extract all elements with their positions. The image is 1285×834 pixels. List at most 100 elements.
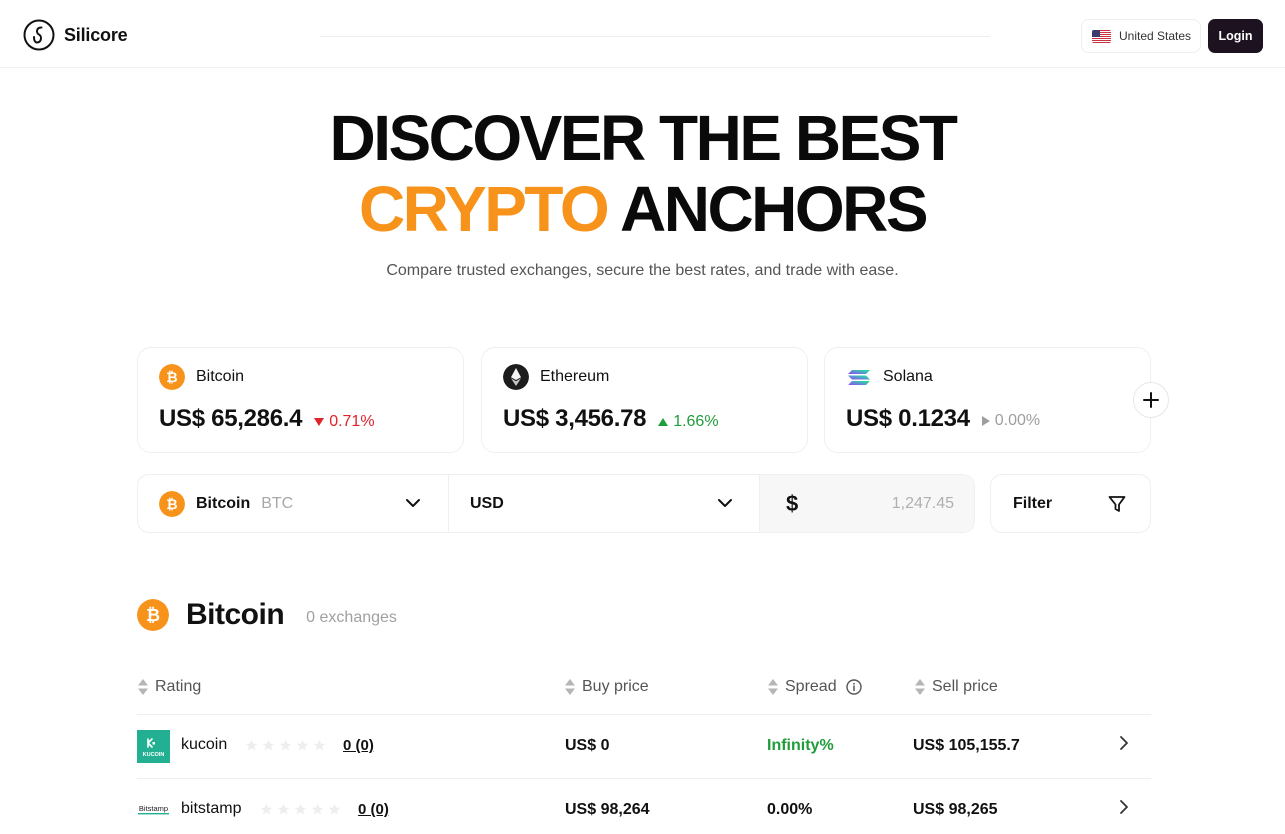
ticker-card-solana[interactable]: Solana US$ 0.1234 0.00% xyxy=(824,347,1151,453)
ticker-change-value: 0.00% xyxy=(994,412,1041,429)
hero-title-rest: ANCHORS xyxy=(620,173,929,245)
hero-title-line1: DISCOVER THE BEST xyxy=(329,102,958,174)
brand[interactable]: Silicore xyxy=(23,19,128,51)
column-header-label: Sell price xyxy=(932,678,998,695)
star-rating xyxy=(260,803,341,816)
ticker-change-value: 1.66% xyxy=(673,413,719,430)
fiat-selector[interactable]: USD xyxy=(449,475,760,532)
ticker-coin-name: Bitcoin xyxy=(196,368,245,385)
bitcoin-icon: ₿ xyxy=(137,599,169,631)
ticker-price-row: US$ 0.1234 0.00% xyxy=(846,405,1040,433)
sort-icon xyxy=(915,679,925,695)
section-coin-name: Bitcoin xyxy=(186,598,285,631)
login-button[interactable]: Login xyxy=(1208,19,1263,53)
star-icon xyxy=(328,803,341,815)
ticker-price-row: US$ 3,456.78 1.66% xyxy=(503,405,719,433)
chevron-down-icon xyxy=(406,499,420,507)
star-icon xyxy=(279,739,292,751)
column-header-sell-price[interactable]: Sell price xyxy=(914,678,998,696)
star-icon xyxy=(277,803,290,815)
section-heading: ₿ Bitcoin 0 exchanges xyxy=(137,598,397,632)
amount-value[interactable]: 1,247.45 xyxy=(892,495,954,513)
flat-triangle-icon xyxy=(981,416,990,426)
column-header-rating[interactable]: Rating xyxy=(137,678,201,696)
fiat-selector-value: USD xyxy=(470,494,504,512)
ticker-price: US$ 65,286.4 xyxy=(159,405,303,432)
svg-text:₿: ₿ xyxy=(166,369,177,385)
svg-text:KUCOIN: KUCOIN xyxy=(143,752,165,758)
star-icon xyxy=(296,739,309,751)
svg-text:Bitstamp: Bitstamp xyxy=(139,804,168,813)
ethereum-icon xyxy=(503,364,529,390)
table-row[interactable]: KUCOIN kucoin 0 (0) US$ 0 Infinity% US$ … xyxy=(137,714,1151,778)
add-ticker-button[interactable] xyxy=(1133,382,1169,418)
kucoin-logo-icon: KUCOIN xyxy=(137,730,170,763)
svg-text:₿: ₿ xyxy=(146,605,160,625)
sort-icon xyxy=(565,679,575,695)
ticker-coin-name: Ethereum xyxy=(540,368,610,385)
filter-label: Filter xyxy=(1013,494,1053,512)
star-icon xyxy=(245,739,258,751)
ticker-coin-row: Ethereum xyxy=(503,364,609,390)
star-icon xyxy=(313,739,326,751)
bitcoin-icon: ₿ xyxy=(159,364,185,390)
reviews-link[interactable]: 0 (0) xyxy=(358,801,389,818)
buy-price: US$ 0 xyxy=(565,737,610,754)
hero-title-accent: CRYPTO xyxy=(358,173,610,245)
us-flag-icon xyxy=(1092,29,1111,43)
brand-name: Silicore xyxy=(64,24,128,45)
star-rating xyxy=(245,739,326,752)
country-label: United States xyxy=(1119,29,1192,43)
amount-input[interactable]: $ 1,247.45 xyxy=(760,475,974,532)
reviews-link[interactable]: 0 (0) xyxy=(343,737,374,754)
exchange-count: 0 exchanges xyxy=(306,609,397,626)
column-header-label: Buy price xyxy=(582,678,649,695)
converter-bar: ₿ Bitcoin BTC USD $ 1,247.45 xyxy=(137,474,975,533)
ticker-coin-row: ₿ Bitcoin xyxy=(159,364,244,390)
ticker-change: 1.66% xyxy=(658,413,719,431)
column-header-label: Rating xyxy=(155,678,202,695)
ticker-change-value: 0.71% xyxy=(329,413,375,430)
up-triangle-icon xyxy=(658,418,669,426)
spread-value: Infinity% xyxy=(767,737,834,754)
exchange-name: kucoin xyxy=(181,736,228,753)
coin-selector[interactable]: ₿ Bitcoin BTC xyxy=(138,475,449,532)
info-icon[interactable] xyxy=(845,679,862,695)
bitcoin-icon: ₿ xyxy=(159,490,185,517)
ticker-change: 0.71% xyxy=(314,413,375,431)
coin-selector-name: Bitcoin xyxy=(196,494,251,512)
column-header-spread[interactable]: Spread xyxy=(767,678,862,696)
ticker-coin-name: Solana xyxy=(883,368,933,385)
country-selector[interactable]: United States xyxy=(1081,19,1201,53)
ticker-price-row: US$ 65,286.4 0.71% xyxy=(159,405,375,433)
spread-value: 0.00% xyxy=(767,801,813,818)
filter-icon xyxy=(1108,495,1126,512)
table-row[interactable]: Bitstamp bitstamp 0 (0) US$ 98,264 0.00%… xyxy=(137,778,1151,834)
silicore-logo-icon xyxy=(23,19,55,51)
column-header-buy-price[interactable]: Buy price xyxy=(564,678,649,696)
currency-symbol: $ xyxy=(786,490,799,516)
star-icon xyxy=(260,803,273,815)
solana-icon xyxy=(848,370,870,385)
chevron-right-icon[interactable] xyxy=(1117,735,1131,751)
sort-icon xyxy=(138,679,148,695)
hero-title-line2: CRYPTO ANCHORS xyxy=(0,174,1285,244)
chevron-down-icon xyxy=(718,499,732,507)
ticker-coin-row: Solana xyxy=(846,364,933,390)
buy-price: US$ 98,264 xyxy=(565,801,650,818)
star-icon xyxy=(311,803,324,815)
star-icon xyxy=(294,803,307,815)
ticker-card-bitcoin[interactable]: ₿ Bitcoin US$ 65,286.4 0.71% xyxy=(137,347,464,453)
nav-divider xyxy=(320,36,990,37)
filter-button[interactable]: Filter xyxy=(990,474,1151,533)
chevron-right-icon[interactable] xyxy=(1117,799,1131,815)
ticker-card-ethereum[interactable]: Ethereum US$ 3,456.78 1.66% xyxy=(481,347,808,453)
ticker-price: US$ 0.1234 xyxy=(846,405,970,432)
svg-text:₿: ₿ xyxy=(166,496,177,512)
down-triangle-icon xyxy=(314,418,325,426)
exchange-name: bitstamp xyxy=(181,800,242,817)
site-header: Silicore United States Login xyxy=(0,0,1285,68)
sell-price: US$ 105,155.7 xyxy=(913,737,1020,754)
hero-subtitle: Compare trusted exchanges, secure the be… xyxy=(386,262,899,279)
bitstamp-logo-icon: Bitstamp xyxy=(138,804,169,815)
